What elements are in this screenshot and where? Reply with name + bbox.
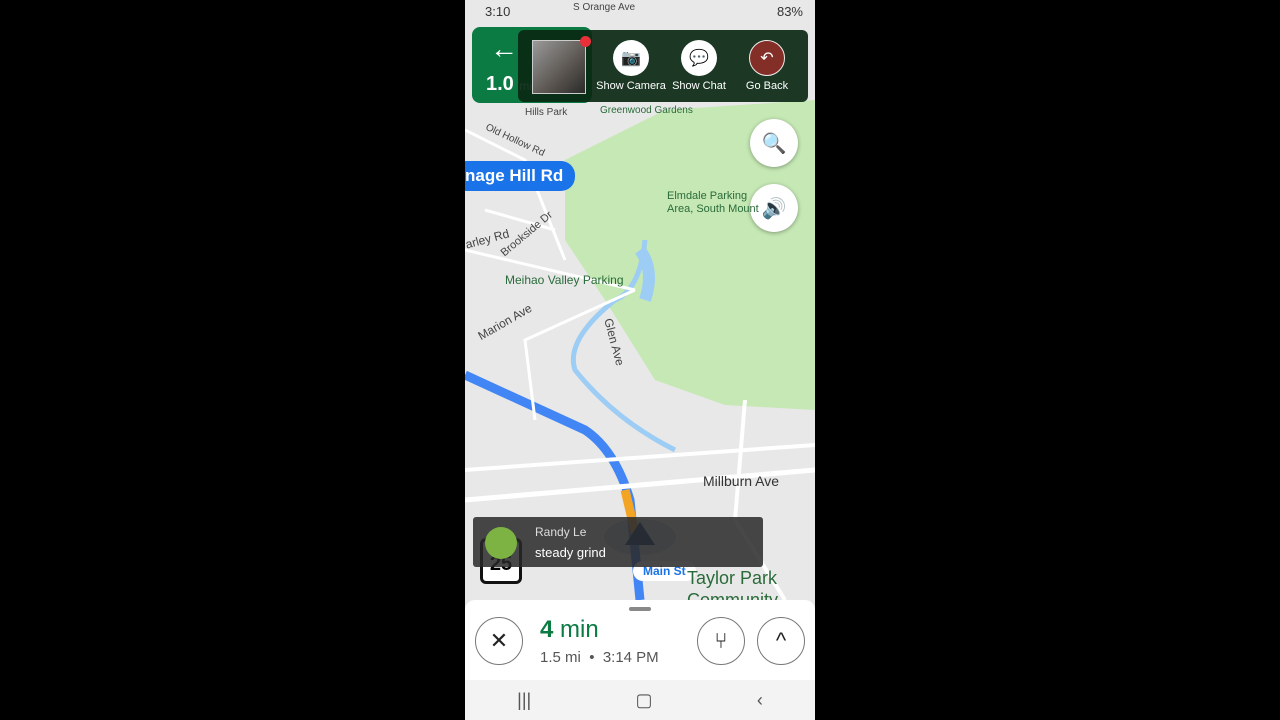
home-icon[interactable]: ▢ xyxy=(636,690,653,711)
camera-icon: 📷 xyxy=(613,40,649,76)
route-fork-icon: ⑂ xyxy=(714,628,728,653)
recording-dot-icon xyxy=(580,36,591,47)
avatar xyxy=(485,527,517,559)
map-label: Meihao Valley Parking xyxy=(505,273,624,287)
chat-icon: 💬 xyxy=(681,40,717,76)
battery-level: 83% xyxy=(776,3,803,19)
clock: 3:10 xyxy=(485,3,511,19)
chevron-up-icon: ^ xyxy=(775,628,787,653)
camera-thumbnail[interactable] xyxy=(532,40,586,94)
close-icon: ✕ xyxy=(489,628,509,653)
map-label: Greenwood Gardens xyxy=(600,105,693,116)
chat-message-toast: Randy Le steady grind xyxy=(473,517,763,567)
screen-share-overlay: 📷 Show Camera 💬 Show Chat ↶ Go Back xyxy=(518,30,808,102)
back-icon[interactable]: ‹ xyxy=(757,690,763,711)
turn-left-arrow-icon: ← xyxy=(490,33,518,64)
search-icon: 🔍 xyxy=(761,132,787,155)
alternate-routes-button[interactable]: ⑂ xyxy=(697,617,745,665)
undo-icon: ↶ xyxy=(749,40,785,76)
go-back-label: Go Back xyxy=(745,80,789,92)
map-label: Hills Park xyxy=(525,107,568,118)
trip-details: 1.5 mi • 3:14 PM xyxy=(540,649,659,666)
show-chat-button[interactable]: 💬 Show Chat xyxy=(664,40,734,92)
show-camera-label: Show Camera xyxy=(596,80,666,92)
chat-sender: Randy Le xyxy=(535,525,587,539)
recents-icon[interactable]: ||| xyxy=(517,690,531,711)
system-nav-bar: ||| ▢ ‹ xyxy=(465,680,815,720)
status-bar: 3:10 83% xyxy=(465,0,815,22)
map-label: Elmdale Parking xyxy=(667,190,748,202)
eta-minutes: 4 min xyxy=(540,616,599,643)
map-label: S Orange Ave xyxy=(573,2,636,13)
show-camera-button[interactable]: 📷 Show Camera xyxy=(596,40,666,92)
expand-button[interactable]: ^ xyxy=(757,617,805,665)
drag-handle[interactable] xyxy=(629,607,651,611)
current-street-label: nage Hill Rd xyxy=(465,161,576,191)
trip-summary-sheet[interactable]: ✕ 4 min 1.5 mi • 3:14 PM ⑂ ^ xyxy=(465,600,815,680)
close-navigation-button[interactable]: ✕ xyxy=(475,617,523,665)
show-chat-label: Show Chat xyxy=(672,80,726,92)
search-button[interactable]: 🔍 xyxy=(750,119,798,167)
go-back-button[interactable]: ↶ Go Back xyxy=(732,40,802,92)
speaker-icon: 🔊 xyxy=(761,197,787,220)
chat-message: steady grind xyxy=(535,545,606,560)
map-label: Area, South Mount xyxy=(667,203,759,215)
map-label: Millburn Ave xyxy=(703,473,780,489)
phone-screen: 3:10 83% ← 1.0 mi 📷 Show Camera 💬 Show C… xyxy=(465,0,815,720)
